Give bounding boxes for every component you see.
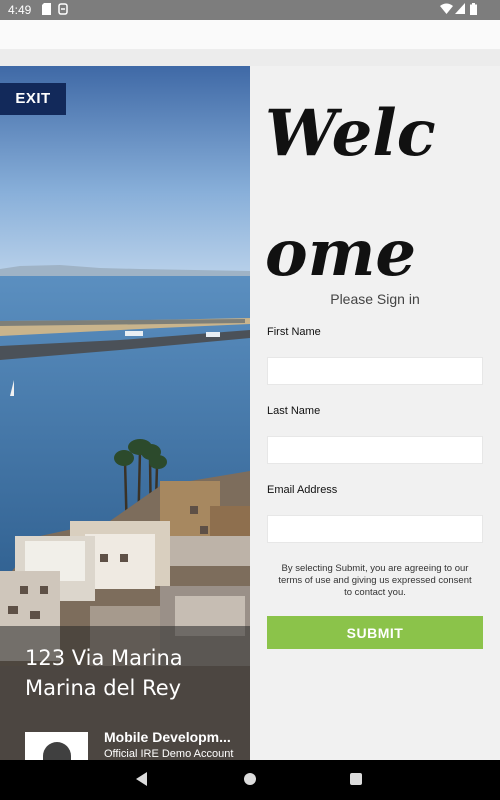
status-time: 4:49 — [8, 3, 32, 17]
signal-icon — [455, 3, 465, 15]
sign-in-panel: Welcome Please Sign in First Name Last N… — [250, 66, 500, 760]
agent-avatar — [25, 732, 88, 760]
first-name-label: First Name — [267, 326, 321, 338]
navigation-bar — [0, 760, 500, 800]
last-name-label: Last Name — [267, 405, 321, 417]
battery-icon — [470, 3, 477, 15]
app-bar — [0, 20, 500, 50]
agent-account: Official IRE Demo Account — [104, 748, 234, 760]
address-line-2: Marina del Rey — [25, 676, 182, 700]
email-label: Email Address — [267, 484, 338, 496]
email-field[interactable] — [267, 515, 483, 543]
status-bar: 4:49 — [0, 0, 500, 20]
sd-card-icon — [42, 3, 52, 15]
submit-button[interactable]: SUBMIT — [267, 616, 483, 649]
last-name-field[interactable] — [267, 436, 483, 464]
recents-icon[interactable] — [350, 773, 362, 785]
sign-in-subtitle: Please Sign in — [330, 291, 420, 307]
address-line-1: 123 Via Marina — [25, 646, 183, 670]
back-icon[interactable] — [136, 772, 147, 786]
sync-icon — [58, 3, 68, 15]
exit-button[interactable]: EXIT — [0, 83, 66, 115]
agent-name: Mobile Developm... — [104, 729, 231, 745]
first-name-field[interactable] — [267, 357, 483, 385]
home-icon[interactable] — [244, 773, 256, 785]
wifi-icon — [440, 3, 453, 15]
welcome-heading: Welcome — [265, 96, 436, 291]
property-photo-panel: EXIT 123 Via Marina Marina del Rey Mobil… — [0, 66, 250, 760]
person-icon — [43, 742, 71, 760]
consent-text: By selecting Submit, you are agreeing to… — [278, 563, 472, 598]
